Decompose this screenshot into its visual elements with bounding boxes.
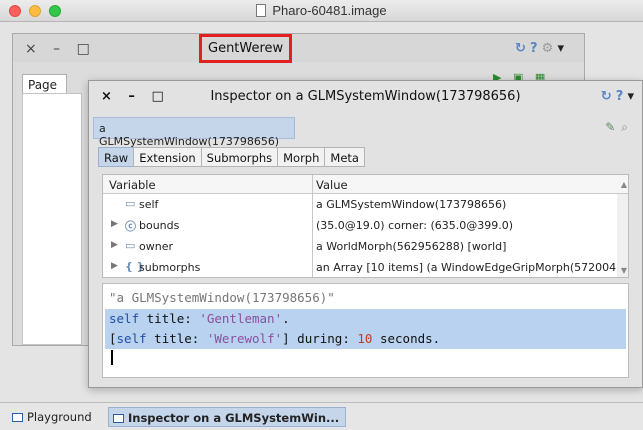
code-pane[interactable]: "a GLMSystemWindow(173798656)" self titl…: [102, 283, 629, 378]
code-string: 'Gentleman': [199, 311, 283, 326]
code-text: .: [282, 311, 290, 326]
code-text: seconds.: [372, 331, 441, 346]
inspector-window[interactable]: × – □ Inspector on a GLMSystemWindow(173…: [88, 80, 643, 388]
instance-var-icon: ▭: [125, 239, 136, 252]
code-line-1[interactable]: self title: 'Gentleman'.: [109, 311, 290, 326]
variable-name: self: [139, 198, 159, 211]
tab-extension[interactable]: Extension: [133, 147, 202, 167]
class-c-icon: ⓒ: [125, 220, 136, 233]
inspector-tabs: Raw Extension Submorphs Morph Meta: [98, 147, 365, 167]
variable-value: (35.0@19.0) corner: (635.0@399.0): [316, 219, 514, 232]
taskbar-item-playground[interactable]: Playground: [8, 407, 98, 427]
code-text: title:: [139, 311, 200, 326]
variable-value: a WorldMorph(562956288) [world]: [316, 240, 507, 253]
back-window-title: GentWerew: [199, 34, 293, 63]
expand-arrow-icon[interactable]: ▶: [111, 261, 118, 271]
expand-arrow-icon[interactable]: ▶: [111, 240, 118, 250]
table-scrollbar[interactable]: ▲ ▼: [617, 180, 628, 277]
taskbar-item-label: Inspector on a GLMSystemWin...: [128, 411, 340, 425]
tab-meta[interactable]: Meta: [324, 147, 365, 167]
back-window-menu-icons[interactable]: ↻ ? ⚙ ▾: [515, 41, 564, 56]
help-icon[interactable]: ?: [616, 89, 624, 104]
variables-table[interactable]: Variable Value ▭ self a GLMSystemWindow(17…: [102, 174, 629, 278]
browse-icon[interactable]: ✎: [605, 120, 621, 134]
instance-var-icon: ▭: [125, 197, 136, 210]
code-number: 10: [357, 331, 373, 346]
tab-raw[interactable]: Raw: [98, 147, 135, 167]
search-icon[interactable]: ⌕: [621, 120, 634, 134]
inspector-menu-icons[interactable]: ↻ ? ▾: [601, 89, 634, 104]
expand-arrow-icon[interactable]: ▶: [111, 219, 118, 229]
tab-page[interactable]: Page: [22, 74, 67, 94]
code-text: title:: [146, 331, 207, 346]
inspector-action-icons[interactable]: ✎⌕: [605, 120, 634, 135]
back-window-page-panel: [22, 93, 82, 345]
back-window-controls[interactable]: × – □: [25, 41, 96, 57]
document-icon: [256, 4, 267, 17]
refresh-icon[interactable]: ↻: [515, 41, 526, 56]
code-text: ] during:: [282, 331, 358, 346]
column-header-variable[interactable]: Variable: [109, 178, 156, 192]
help-icon[interactable]: ?: [530, 41, 538, 56]
variable-value: an Array [10 items] (a WindowEdgeGripMor…: [316, 261, 616, 274]
inspected-object-tab[interactable]: a GLMSystemWindow(173798656): [93, 117, 295, 148]
inspector-titlebar[interactable]: × – □ Inspector on a GLMSystemWindow(173…: [89, 81, 642, 113]
tab-morph[interactable]: Morph: [277, 147, 326, 167]
text-cursor: [111, 350, 113, 365]
chevron-down-icon[interactable]: ▾: [557, 41, 564, 56]
scroll-down-arrow-icon[interactable]: ▼: [621, 266, 627, 275]
refresh-icon[interactable]: ↻: [601, 89, 612, 104]
taskbar-item-inspector[interactable]: Inspector on a GLMSystemWin...: [108, 407, 347, 427]
table-row[interactable]: ▶ ⓒ bounds (35.0@19.0) corner: (635.0@399.0…: [103, 216, 616, 237]
back-window-titlebar[interactable]: × – □ GentWerew ↻ ? ⚙ ▾: [13, 34, 584, 63]
window-icon: [12, 413, 23, 422]
table-row[interactable]: ▭ self a GLMSystemWindow(173798656): [103, 195, 616, 216]
mac-window-title: Pharo-60481.image: [0, 3, 643, 18]
mac-window-title-text: Pharo-60481.image: [272, 3, 387, 18]
variable-value: a GLMSystemWindow(173798656): [316, 198, 507, 211]
code-keyword: self: [109, 311, 140, 326]
gear-icon[interactable]: ⚙: [542, 41, 554, 56]
table-row[interactable]: ▶{ } submorphs an Array [10 items] (a Wind…: [103, 258, 616, 279]
taskbar: Playground Inspector on a GLMSystemWin..…: [0, 402, 643, 430]
code-comment: "a GLMSystemWindow(173798656)": [109, 290, 335, 305]
taskbar-item-label: Playground: [27, 410, 92, 424]
column-header-value[interactable]: Value: [316, 178, 348, 192]
table-row[interactable]: ▶ ▭ owner a WorldMorph(562956288) [world]: [103, 237, 616, 258]
table-header: Variable Value: [103, 175, 628, 194]
chevron-down-icon[interactable]: ▾: [627, 89, 634, 104]
variable-name: bounds: [139, 219, 180, 232]
inspector-title: Inspector on a GLMSystemWindow(173798656…: [210, 89, 521, 104]
scroll-up-arrow-icon[interactable]: ▲: [621, 180, 627, 189]
mac-title-bar: Pharo-60481.image: [0, 0, 643, 22]
code-line-2[interactable]: [self title: 'Werewolf'] during: 10 seco…: [109, 331, 440, 346]
code-text: [: [109, 331, 117, 346]
variable-name: owner: [139, 240, 173, 253]
code-keyword: self: [116, 331, 147, 346]
tab-submorphs[interactable]: Submorphs: [200, 147, 279, 167]
code-string: 'Werewolf': [206, 331, 283, 346]
window-icon: [113, 414, 124, 423]
variable-name: submorphs: [139, 261, 201, 274]
